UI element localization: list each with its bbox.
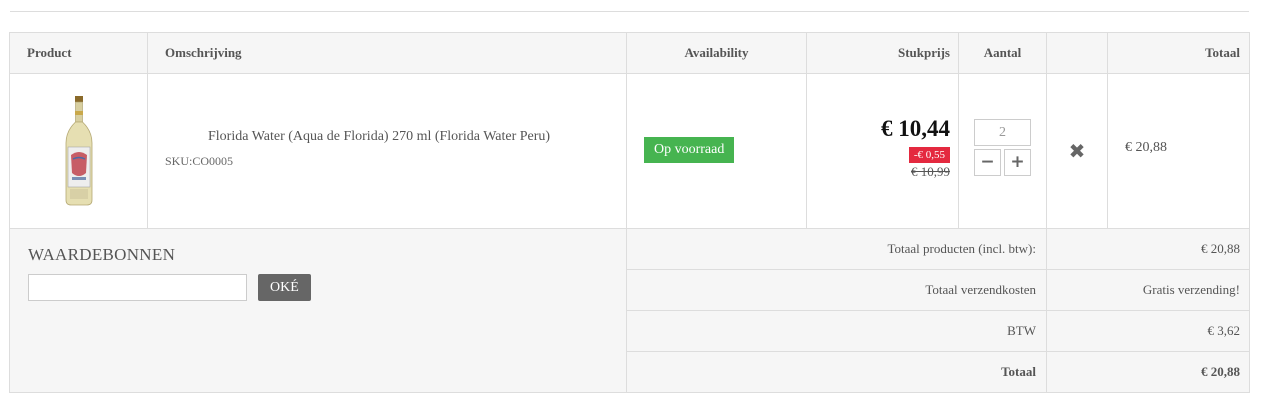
remove-cell: ✖ — [1046, 73, 1108, 229]
description-cell: Florida Water (Aqua de Florida) 270 ml (… — [147, 73, 627, 229]
voucher-submit-button[interactable]: OKÉ — [258, 274, 311, 301]
unit-price-cell: € 10,44 -€ 0,55 € 10,99 — [806, 73, 959, 229]
voucher-input[interactable] — [28, 274, 247, 301]
header-description: Omschrijving — [147, 32, 627, 74]
summary-row-products: WAARDEBONNEN OKÉ Totaal producten (incl.… — [9, 228, 1250, 393]
shipping-value: Gratis verzending! — [1046, 269, 1250, 311]
cart-table: Product Omschrijving Availability Stukpr… — [9, 32, 1250, 393]
header-product: Product — [9, 32, 148, 74]
header-quantity: Aantal — [958, 32, 1047, 74]
plus-icon[interactable]: + — [1004, 148, 1031, 176]
product-name[interactable]: Florida Water (Aqua de Florida) 270 ml (… — [165, 129, 609, 146]
header-unit-price: Stukprijs — [806, 32, 959, 74]
old-price: € 10,99 — [911, 164, 950, 179]
cart-item-row: Florida Water (Aqua de Florida) 270 ml (… — [9, 73, 1250, 229]
top-divider — [10, 11, 1249, 12]
header-remove — [1046, 32, 1108, 74]
header-availability: Availability — [626, 32, 807, 74]
product-sku: SKU:CO0005 — [165, 154, 234, 169]
quantity-cell: 2 − + — [958, 73, 1047, 229]
line-total: € 20,88 — [1125, 140, 1167, 155]
table-header-row: Product Omschrijving Availability Stukpr… — [9, 32, 1250, 74]
quantity-input[interactable]: 2 — [974, 118, 1031, 146]
discount-badge: -€ 0,55 — [908, 147, 950, 163]
grand-total-value: € 20,88 — [1046, 351, 1250, 393]
line-total-cell: € 20,88 — [1107, 73, 1250, 229]
current-price: € 10,44 — [881, 116, 950, 141]
grand-total-label: Totaal — [626, 351, 1047, 393]
close-icon[interactable]: ✖ — [1069, 139, 1086, 163]
stock-status-badge: Op voorraad — [644, 137, 735, 163]
availability-cell: Op voorraad — [626, 73, 807, 229]
tax-value: € 3,62 — [1046, 310, 1250, 352]
bottle-icon[interactable] — [59, 95, 99, 207]
products-total-value: € 20,88 — [1046, 228, 1250, 270]
tax-label: BTW — [626, 310, 1047, 352]
voucher-title: WAARDEBONNEN — [28, 245, 176, 264]
product-image-cell — [9, 73, 148, 229]
products-total-label: Totaal producten (incl. btw): — [626, 228, 1047, 270]
voucher-section: WAARDEBONNEN OKÉ — [9, 228, 627, 393]
minus-icon[interactable]: − — [974, 148, 1001, 176]
header-total: Totaal — [1107, 32, 1250, 74]
shipping-label: Totaal verzendkosten — [626, 269, 1047, 311]
